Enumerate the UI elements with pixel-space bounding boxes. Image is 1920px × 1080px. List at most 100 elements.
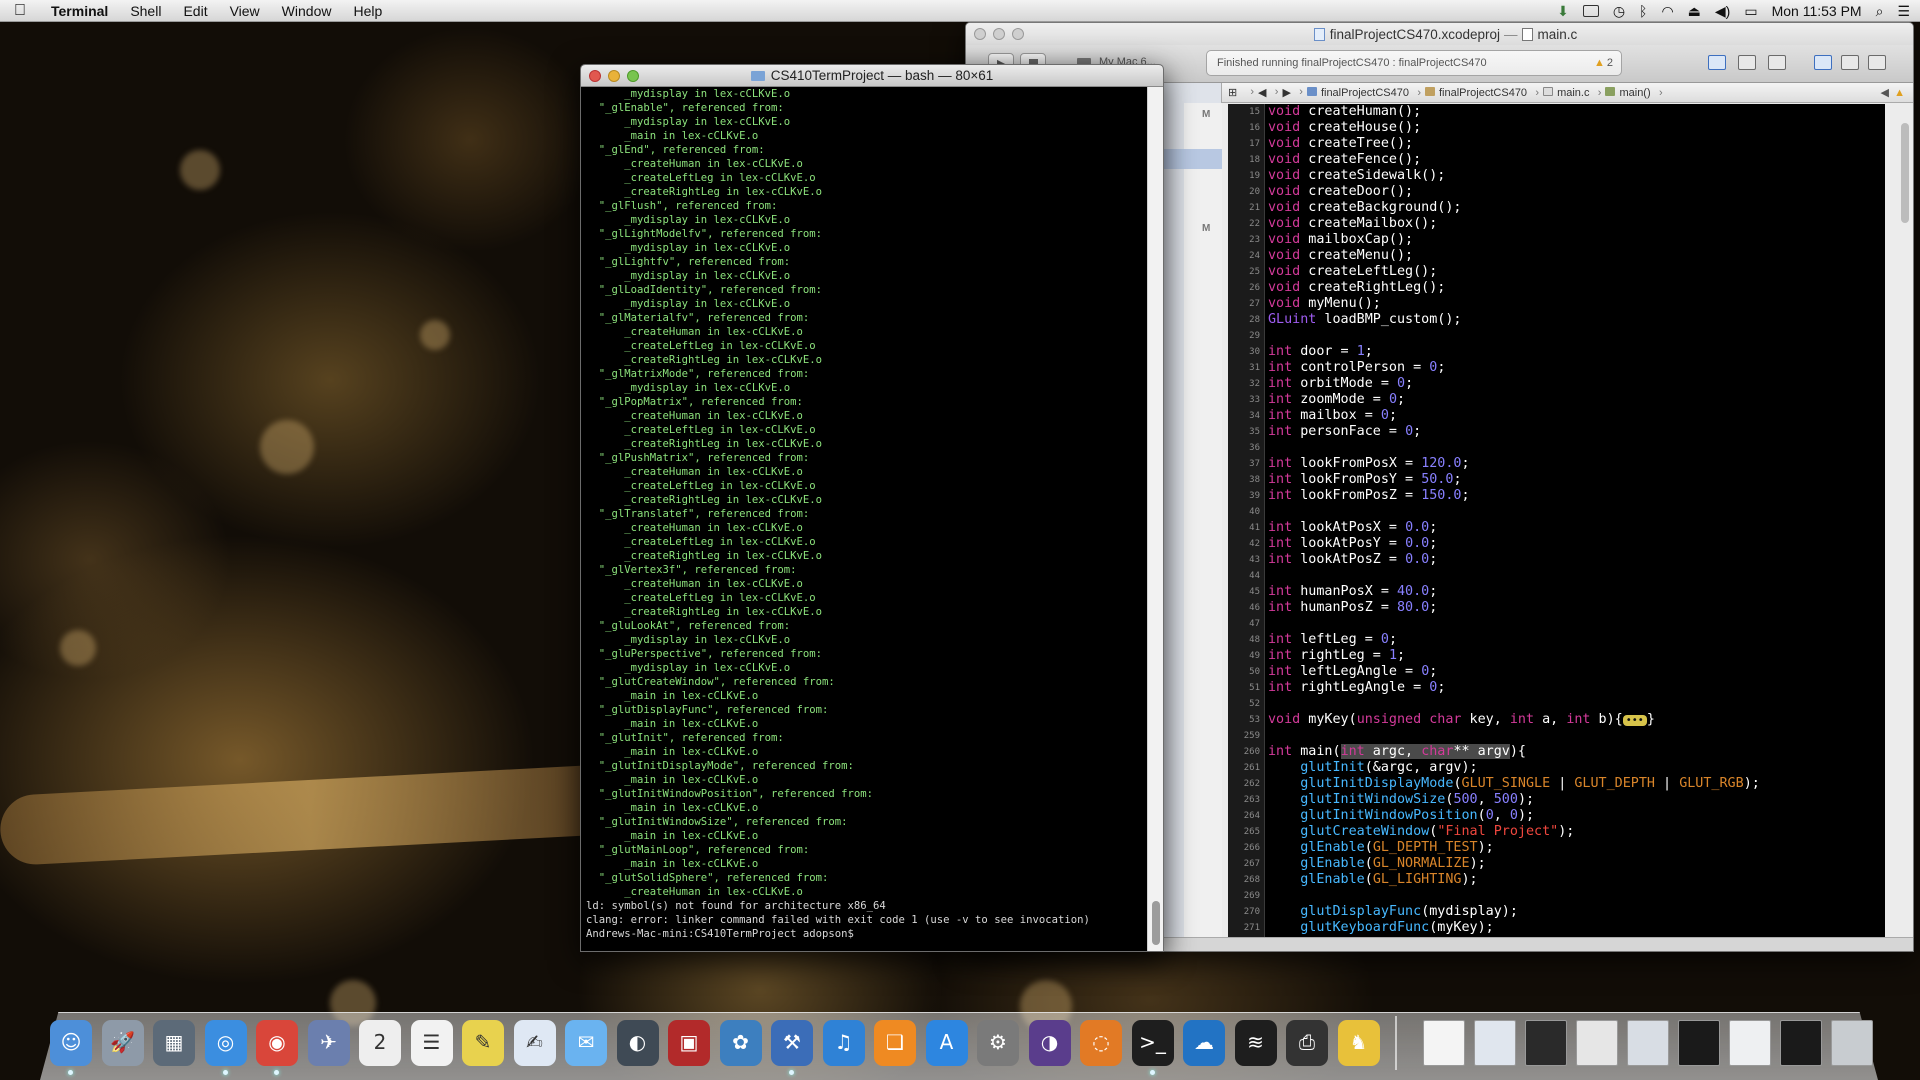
code-line: 37 int lookFromPosX = 120.0;	[1228, 456, 1885, 472]
zoom-button[interactable]	[1012, 28, 1024, 40]
minimize-button[interactable]	[608, 70, 620, 82]
zoom-button[interactable]	[627, 70, 639, 82]
bluetooth-icon[interactable]: ᛒ	[1639, 3, 1647, 19]
wifi-icon[interactable]: ◠	[1661, 3, 1673, 20]
dock-minimized-window-1-icon[interactable]	[1474, 1020, 1516, 1066]
dock-ibooks-icon[interactable]: ❑	[874, 1020, 916, 1066]
menu-app-name[interactable]: Terminal	[40, 3, 119, 19]
display-icon[interactable]	[1582, 5, 1599, 17]
dock-itunes-icon[interactable]: ♫	[822, 1020, 865, 1066]
dock-minimized-window-4-icon[interactable]	[1627, 1020, 1669, 1066]
dock-safari-icon[interactable]: ◎	[204, 1020, 247, 1066]
dock-minimized-window-2-icon[interactable]	[1525, 1020, 1567, 1066]
time-machine-icon[interactable]: ◷	[1613, 3, 1625, 20]
finder-glyph: ☺	[60, 1030, 82, 1054]
code-text: int main(int argc, char** argv){	[1268, 744, 1526, 759]
menu-view[interactable]: View	[219, 3, 271, 19]
forward-icon[interactable]: ▶	[1276, 86, 1303, 99]
jump-file-label: main.c	[1557, 86, 1590, 99]
dock-app-store-icon[interactable]: A	[925, 1020, 968, 1066]
terminal-scrollbar[interactable]	[1147, 87, 1163, 951]
dock-finder-icon[interactable]: ☺	[50, 1020, 92, 1066]
standard-editor-icon[interactable]	[1708, 55, 1726, 70]
dock-document-icon[interactable]	[1423, 1020, 1465, 1066]
dock-stickies-icon[interactable]: ✎	[462, 1020, 504, 1066]
source-editor[interactable]: 15 void createHuman(); 16 void createHouse(…	[1228, 104, 1885, 951]
eject-icon[interactable]: ⏏	[1688, 3, 1701, 20]
menu-extras: ⬇ ◷ ᛒ ◠ ⏏ ◀) ▭ Mon 11:53 PM ⌕ ☰	[1557, 0, 1910, 22]
assistant-editor-icon[interactable]	[1738, 55, 1756, 70]
code-line: 20 void createDoor();	[1228, 184, 1885, 200]
line-number: 37	[1249, 459, 1260, 469]
line-number: 46	[1249, 603, 1260, 613]
dock-calendar-icon[interactable]: 2	[359, 1020, 401, 1066]
xcode-title-bar[interactable]: finalProjectCS470.xcodeproj — main.c	[966, 23, 1913, 45]
dock-photo-booth-icon[interactable]: ▣	[668, 1020, 710, 1066]
previous-issue-icon[interactable]: ◀	[1881, 86, 1889, 99]
jump-project[interactable]: finalProjectCS470	[1301, 86, 1421, 99]
dock-minimized-window-3-icon[interactable]	[1576, 1020, 1618, 1066]
navigator-toggle-icon[interactable]	[1814, 55, 1832, 70]
dock-minimized-window-6-icon[interactable]	[1729, 1020, 1771, 1066]
dock-xcode-icon[interactable]: ⚒	[771, 1020, 813, 1066]
editor-scrollbar[interactable]	[1901, 123, 1909, 223]
utilities-toggle-icon[interactable]	[1868, 55, 1886, 70]
dock-minimized-window-7-icon[interactable]	[1780, 1020, 1822, 1066]
dock-terminal-icon[interactable]: >_	[1131, 1020, 1174, 1066]
jump-file[interactable]: main.c	[1537, 86, 1602, 99]
menu-shell[interactable]: Shell	[119, 3, 172, 19]
debug-area-toggle-icon[interactable]	[1841, 55, 1859, 70]
dock-eclipse-icon[interactable]: ◑	[1028, 1020, 1071, 1066]
dock-chrome-icon[interactable]: ◉	[256, 1020, 298, 1066]
terminal-line: _createHuman in lex-cCLKvE.o	[586, 466, 803, 478]
dock-dreamweaver-icon[interactable]: ☁	[1183, 1020, 1225, 1066]
dock-preview-icon[interactable]: ✈	[307, 1020, 350, 1066]
scrollbar-thumb[interactable]	[1152, 901, 1160, 945]
dock-blender-icon[interactable]: ◌	[1080, 1020, 1122, 1066]
dock-iphoto-icon[interactable]: ✿	[719, 1020, 762, 1066]
related-items-icon[interactable]: ⊞	[1222, 86, 1254, 99]
dock-textedit-icon[interactable]: ✍	[513, 1020, 556, 1066]
volume-icon[interactable]: ◀)	[1715, 3, 1730, 20]
dock-reminders-icon[interactable]: ☰	[410, 1020, 453, 1066]
terminal-line: "_glPushMatrix", referenced from:	[586, 452, 810, 464]
menu-help[interactable]: Help	[342, 3, 393, 19]
menu-clock[interactable]: Mon 11:53 PM	[1772, 3, 1862, 19]
dock-messages-icon[interactable]: ✉	[565, 1020, 607, 1066]
dock-mission-control-icon[interactable]: ▦	[153, 1020, 195, 1066]
terminal-line: "_glutCreateWindow", referenced from:	[586, 676, 835, 688]
download-icon[interactable]: ⬇	[1557, 3, 1569, 20]
dock-system-preferences-icon[interactable]: ⚙	[977, 1020, 1019, 1066]
version-editor-icon[interactable]	[1768, 55, 1786, 70]
minimize-button[interactable]	[993, 28, 1005, 40]
battery-icon[interactable]: ▭	[1744, 3, 1757, 20]
menu-window[interactable]: Window	[271, 3, 343, 19]
dock-printer-icon[interactable]: ⎙	[1286, 1020, 1328, 1066]
terminal-title-bar[interactable]: CS410TermProject — bash — 80×61	[581, 65, 1163, 87]
warning-count[interactable]: ▲ 2	[1594, 57, 1613, 69]
dock-facetime-icon[interactable]: ◐	[616, 1020, 659, 1066]
dock-minimized-window-5-icon[interactable]	[1678, 1020, 1720, 1066]
line-number: 42	[1249, 539, 1260, 549]
issue-warning-icon[interactable]: ▲	[1894, 87, 1905, 99]
apple-menu-icon[interactable]: 	[0, 2, 40, 20]
code-text: void mailboxCap();	[1268, 232, 1414, 247]
menu-edit[interactable]: Edit	[172, 3, 218, 19]
line-number: 268	[1243, 875, 1260, 885]
list-icon[interactable]: ☰	[1897, 3, 1910, 20]
close-button[interactable]	[974, 28, 986, 40]
terminal-output[interactable]: _mydisplay in lex-cCLKvE.o "_glEnable", …	[581, 87, 1149, 951]
mission-control-glyph: ▦	[164, 1030, 184, 1054]
back-icon[interactable]: ◀	[1252, 86, 1279, 99]
dock-trash-icon[interactable]	[1831, 1020, 1873, 1066]
dock-cyberduck-icon[interactable]: ♞	[1337, 1020, 1380, 1066]
dock-spotify-icon[interactable]: ≋	[1234, 1020, 1277, 1066]
search-icon[interactable]: ⌕	[1876, 3, 1884, 20]
jump-symbol[interactable]: main()	[1599, 86, 1663, 99]
dock-launchpad-icon[interactable]: 🚀	[101, 1020, 144, 1066]
close-button[interactable]	[589, 70, 601, 82]
code-line: 51 int rightLegAngle = 0;	[1228, 680, 1885, 696]
code-text: int rightLegAngle = 0;	[1268, 680, 1446, 695]
window-controls	[974, 28, 1024, 40]
jump-group[interactable]: finalProjectCS470	[1419, 86, 1539, 99]
